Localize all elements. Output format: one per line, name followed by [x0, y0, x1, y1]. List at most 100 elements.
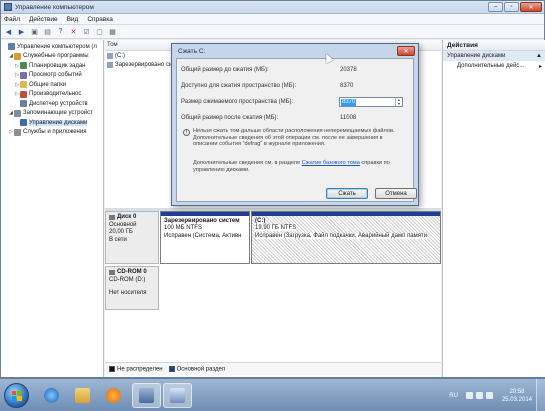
shrink-size-input[interactable]: 8370 ▲ ▼	[339, 97, 403, 107]
tree-root[interactable]: Управление компьютером (л	[2, 42, 102, 52]
clock-date: 25.03.2014	[501, 396, 532, 403]
show-desktop-button[interactable]	[536, 379, 545, 411]
computer-icon	[8, 43, 15, 51]
menu-view[interactable]: Вид	[67, 16, 79, 23]
disk-name: Диск 0	[117, 214, 137, 220]
tree-item-label: Производительнос	[29, 91, 82, 98]
cdrom-0-info[interactable]: CD-ROM 0 CD-ROM (D:) Нет носителя	[105, 266, 159, 310]
more-actions-label: Дополнительные дейс...	[457, 63, 525, 69]
back-arrow-icon[interactable]: ◀	[4, 27, 13, 36]
tree-item[interactable]: ▷ Службы и приложения	[2, 128, 102, 138]
task-icon	[20, 62, 27, 70]
grid-view-icon[interactable]: ▦	[108, 27, 117, 36]
title-bar[interactable]: Управление компьютером – ▫ ✕	[1, 1, 544, 14]
available-size-label: Доступно для сжатия пространство (МБ):	[181, 83, 297, 89]
partition-c[interactable]: (C:) 19,90 ГБ NTFS Исправен (Загрузка, Ф…	[251, 211, 441, 264]
actions-section-disk-management[interactable]: Управление дисками ▲	[443, 51, 545, 61]
column-header-volume[interactable]: Том	[107, 42, 118, 48]
legend: Не распределен Основной раздел	[105, 362, 441, 375]
disk-icon	[20, 119, 27, 127]
disk-0-row: Диск 0 Основной 20,00 ГБ В сети Зарезерв…	[105, 211, 441, 264]
taskbar-computer-management[interactable]	[132, 383, 161, 408]
legend-unallocated: Не распределен	[109, 365, 163, 372]
total-size-value: 20378	[340, 67, 357, 73]
shrink-size-label: Размер сжимаемого пространства (МБ):	[181, 99, 294, 105]
disk-name: CD-ROM 0	[117, 269, 147, 275]
tree-item[interactable]: ▷ Просмотр событий	[2, 71, 102, 81]
maximize-button[interactable]: ▫	[504, 2, 519, 12]
taskbar-shrink-dialog[interactable]	[163, 383, 192, 408]
help-link[interactable]: Сжатие базового тома	[302, 160, 360, 166]
tree-item[interactable]: ▷ Планировщик задан	[2, 61, 102, 71]
open-icon[interactable]: ▢	[95, 27, 104, 36]
taskbar-explorer[interactable]	[68, 383, 97, 408]
tree-item[interactable]: Диспетчер устройств	[2, 99, 102, 109]
tree-item-label: Службы и приложения	[23, 129, 87, 136]
check-icon[interactable]: ☑	[82, 27, 91, 36]
start-button[interactable]	[4, 383, 29, 408]
tree-item[interactable]: ◢ Запоминающие устройст	[2, 109, 102, 119]
forward-arrow-icon[interactable]: ▶	[17, 27, 26, 36]
primary-partition-bar	[252, 212, 440, 216]
partition-status: Исправен (Загрузка, Файл подкачки, Авари…	[255, 232, 428, 239]
disk-type: CD-ROM (D:)	[109, 276, 146, 283]
menu-help[interactable]: Справка	[87, 16, 113, 23]
folder-icon	[75, 388, 90, 403]
tree-item[interactable]: ▷ Производительнос	[2, 90, 102, 100]
minimize-button[interactable]: –	[488, 2, 503, 12]
tray-flag-icon[interactable]	[465, 392, 473, 399]
tree-item-label: Диспетчер устройств	[29, 100, 88, 107]
spin-buttons[interactable]: ▲ ▼	[395, 98, 402, 106]
after-size-label: Общий размер после сжатия (МБ):	[181, 115, 279, 121]
menu-file[interactable]: Файл	[4, 16, 20, 23]
clock[interactable]: 20:58 25.03.2014	[502, 388, 532, 404]
taskbar: RU 20:58 25.03.2014	[0, 378, 545, 411]
partition-system-reserved[interactable]: Зарезервировано систем 100 МБ NTFS Испра…	[160, 211, 250, 264]
dialog-close-button[interactable]: ✕	[397, 46, 415, 56]
more-actions-item[interactable]: Дополнительные дейс... ▸	[443, 61, 545, 71]
svc-icon	[14, 128, 21, 136]
actions-pane: Действия Управление дисками ▲ Дополнител…	[442, 40, 545, 377]
menu-action[interactable]: Действие	[29, 16, 58, 23]
disk-status: Нет носителя	[109, 290, 147, 297]
info-icon: i	[183, 129, 190, 136]
delete-icon[interactable]: ✕	[69, 27, 78, 36]
clock-time: 20:58	[509, 388, 525, 395]
volume-icon	[107, 62, 113, 69]
hard-disk-icon	[109, 215, 115, 221]
taskbar-media-player[interactable]	[99, 383, 128, 408]
partition-name: (C:)	[255, 218, 266, 224]
tools-icon	[14, 52, 21, 60]
volume-icon[interactable]	[485, 392, 493, 399]
available-size-value: 8370	[340, 83, 354, 89]
network-icon[interactable]	[475, 392, 483, 399]
shrink-dialog: Сжать C: ✕ Общий размер до сжатия (МБ): …	[171, 43, 419, 206]
computer-management-icon	[4, 3, 12, 11]
primary-partition-bar	[161, 212, 249, 216]
language-indicator[interactable]: RU	[449, 393, 458, 399]
internet-explorer-icon	[44, 388, 59, 403]
tree-item-label: Просмотр событий	[29, 72, 82, 79]
volume-icon	[107, 52, 113, 59]
volume-name: (C:)	[115, 52, 125, 59]
perf-icon	[20, 90, 27, 98]
tree-item-label: Запоминающие устройст	[23, 110, 93, 117]
total-size-label: Общий размер до сжатия (МБ):	[181, 67, 269, 73]
properties-icon[interactable]: ▤	[43, 27, 52, 36]
tree-item[interactable]: ◢ Служебные программы	[2, 52, 102, 62]
cancel-button[interactable]: Отмена	[375, 188, 417, 199]
close-button[interactable]: ✕	[520, 2, 542, 12]
taskbar-ie[interactable]	[37, 383, 66, 408]
dialog-title-bar[interactable]: Сжать C: ✕	[172, 44, 418, 58]
disk-0-info[interactable]: Диск 0 Основной 20,00 ГБ В сети	[105, 211, 159, 264]
help-icon[interactable]: ?	[56, 27, 65, 36]
shrink-size-value: 8370	[341, 99, 357, 106]
tree-item[interactable]: Управление дисками	[2, 118, 102, 128]
disk-size: 20,00 ГБ	[109, 229, 133, 236]
event-icon	[20, 71, 27, 79]
shrink-button[interactable]: Сжать	[326, 188, 368, 199]
up-level-icon[interactable]: ▣	[30, 27, 39, 36]
tree-item[interactable]: ▷ Общие папки	[2, 80, 102, 90]
collapse-up-icon[interactable]: ▲	[536, 53, 542, 59]
menu-bar: Файл Действие Вид Справка	[1, 14, 544, 25]
